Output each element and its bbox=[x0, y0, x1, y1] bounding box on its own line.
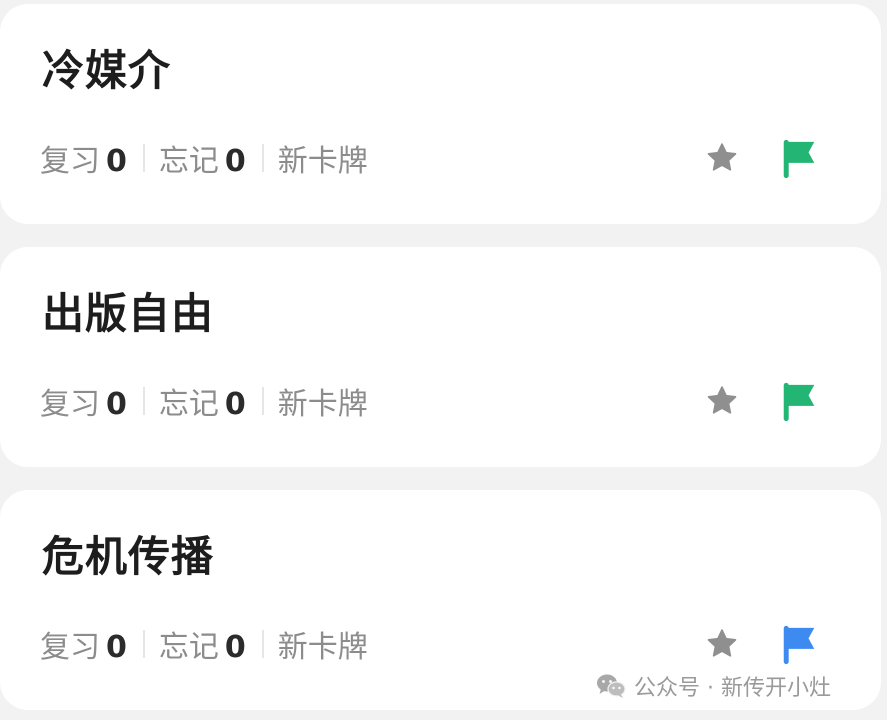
forget-count: 0 bbox=[224, 630, 246, 665]
flag-button[interactable] bbox=[776, 136, 822, 182]
new-cards-label: 新卡牌 bbox=[277, 630, 368, 665]
flag-button[interactable] bbox=[776, 622, 822, 668]
review-count: 0 bbox=[106, 144, 127, 179]
review-count: 0 bbox=[106, 630, 127, 665]
flag-icon bbox=[783, 139, 815, 179]
divider bbox=[142, 630, 145, 658]
forget-stat: 忘记 0 bbox=[159, 136, 246, 180]
star-icon bbox=[707, 629, 737, 657]
star-button[interactable] bbox=[700, 379, 744, 423]
deck-title: 冷媒介 bbox=[42, 46, 172, 95]
new-cards-label: 新卡牌 bbox=[277, 387, 368, 422]
deck-stats: 复习 0 忘记 0 新卡牌 bbox=[40, 379, 368, 423]
deck-card[interactable]: 出版自由 复习 0 忘记 0 新卡牌 bbox=[0, 247, 881, 467]
review-label: 复习 bbox=[40, 630, 100, 665]
forget-label: 忘记 bbox=[158, 387, 219, 422]
deck-stats: 复习 0 忘记 0 新卡牌 bbox=[40, 136, 368, 180]
new-cards-stat: 新卡牌 bbox=[278, 379, 368, 423]
deck-card[interactable]: 冷媒介 复习 0 忘记 0 新卡牌 bbox=[0, 4, 881, 224]
forget-count: 0 bbox=[224, 387, 246, 422]
divider bbox=[142, 387, 145, 415]
review-label: 复习 bbox=[40, 144, 100, 179]
new-cards-label: 新卡牌 bbox=[277, 144, 368, 179]
review-label: 复习 bbox=[40, 387, 100, 422]
review-stat: 复习 0 bbox=[40, 136, 127, 180]
star-icon bbox=[707, 386, 737, 414]
forget-stat: 忘记 0 bbox=[159, 379, 246, 423]
divider bbox=[142, 144, 145, 172]
forget-label: 忘记 bbox=[158, 630, 219, 665]
deck-title: 危机传播 bbox=[42, 532, 215, 581]
wechat-icon bbox=[596, 673, 626, 699]
review-stat: 复习 0 bbox=[40, 379, 127, 423]
deck-title: 出版自由 bbox=[42, 289, 215, 338]
new-cards-stat: 新卡牌 bbox=[278, 622, 368, 666]
star-button[interactable] bbox=[700, 622, 744, 666]
review-stat: 复习 0 bbox=[40, 622, 127, 666]
new-cards-stat: 新卡牌 bbox=[278, 136, 368, 180]
star-icon bbox=[707, 143, 737, 171]
flag-icon bbox=[783, 625, 815, 665]
watermark-text: 公众号 · 新传开小灶 bbox=[634, 676, 831, 701]
watermark: 公众号 · 新传开小灶 bbox=[596, 668, 831, 704]
flag-icon bbox=[783, 382, 815, 422]
forget-stat: 忘记 0 bbox=[159, 622, 246, 666]
divider bbox=[261, 387, 264, 415]
review-count: 0 bbox=[106, 387, 127, 422]
forget-count: 0 bbox=[224, 144, 246, 179]
divider bbox=[261, 144, 264, 172]
divider bbox=[261, 630, 264, 658]
deck-stats: 复习 0 忘记 0 新卡牌 bbox=[40, 622, 368, 666]
flag-button[interactable] bbox=[776, 379, 822, 425]
forget-label: 忘记 bbox=[158, 144, 219, 179]
star-button[interactable] bbox=[700, 136, 744, 180]
